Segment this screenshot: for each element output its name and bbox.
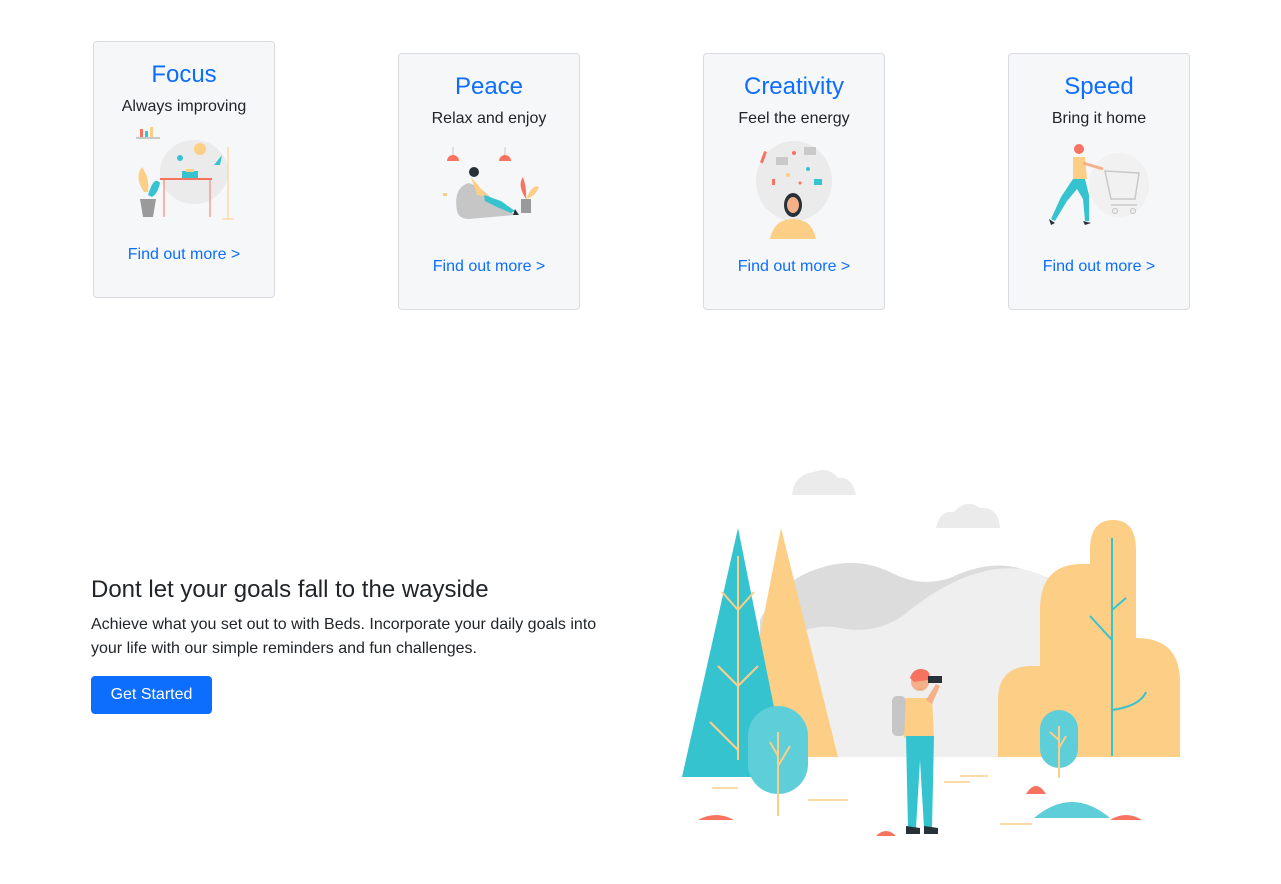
find-out-more-link[interactable]: Find out more > <box>94 245 274 265</box>
get-started-button[interactable]: Get Started <box>91 676 212 714</box>
card-focus: Focus Always improving Find out more > <box>93 41 275 298</box>
card-title: Creativity <box>743 73 845 100</box>
find-out-more-link[interactable]: Find out more > <box>1009 257 1189 277</box>
card-speed: Speed Bring it home Find out more > <box>1008 53 1190 310</box>
card-creativity: Creativity Feel the energy Find out more… <box>703 53 885 310</box>
desk-workspace-illustration <box>136 127 234 220</box>
card-title: Speed <box>1064 73 1134 100</box>
card-subtitle: Always improving <box>121 98 247 115</box>
card-subtitle: Feel the energy <box>738 110 850 127</box>
card-peace: Peace Relax and enjoy Find out more > <box>398 53 580 310</box>
person-pushing-cart-illustration <box>1049 144 1149 225</box>
card-subtitle: Relax and enjoy <box>431 110 547 127</box>
find-out-more-link[interactable]: Find out more > <box>399 257 579 277</box>
find-out-more-link[interactable]: Find out more > <box>704 257 884 277</box>
card-title: Peace <box>454 73 524 100</box>
person-relaxing-illustration <box>443 147 539 219</box>
person-ideas-illustration <box>756 141 832 239</box>
card-subtitle: Bring it home <box>1051 110 1147 127</box>
card-title: Focus <box>151 61 217 88</box>
cta-description: Achieve what you set out to with Beds. I… <box>91 616 597 657</box>
hiker-with-binoculars-landscape-illustration <box>682 470 1180 836</box>
cta-heading: Dont let your goals fall to the wayside <box>91 576 489 603</box>
